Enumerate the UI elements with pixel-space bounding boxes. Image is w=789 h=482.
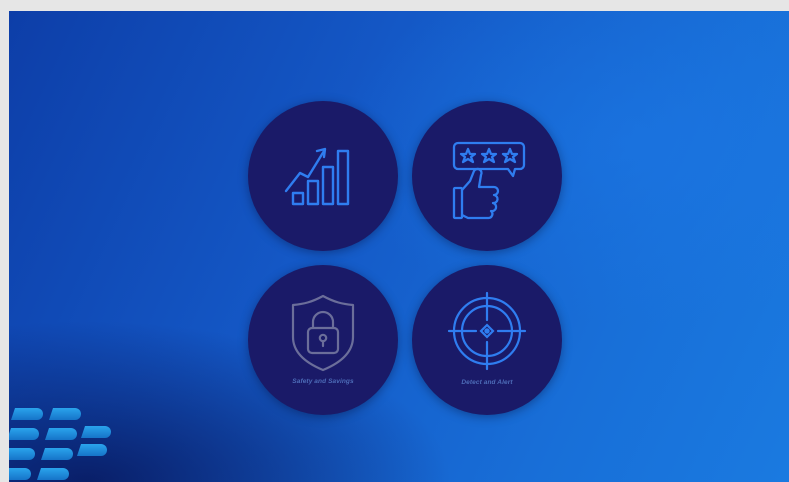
hero-banner: Safety and Savings Detect and Alert xyxy=(9,11,789,482)
feature-tile-growth xyxy=(248,101,398,251)
thumbs-up-rating-icon xyxy=(452,141,526,220)
feature-tile-rating xyxy=(412,101,562,251)
feature-caption-safety: Safety and Savings xyxy=(292,378,354,385)
feature-tile-detect: Detect and Alert xyxy=(412,265,562,415)
feature-tile-safety: Safety and Savings xyxy=(248,265,398,415)
growth-chart-icon xyxy=(284,147,350,206)
crosshair-target-icon xyxy=(447,291,527,371)
feature-caption-detect: Detect and Alert xyxy=(461,379,513,386)
blackberry-logo-icon xyxy=(9,408,111,480)
shield-lock-icon xyxy=(291,294,355,372)
